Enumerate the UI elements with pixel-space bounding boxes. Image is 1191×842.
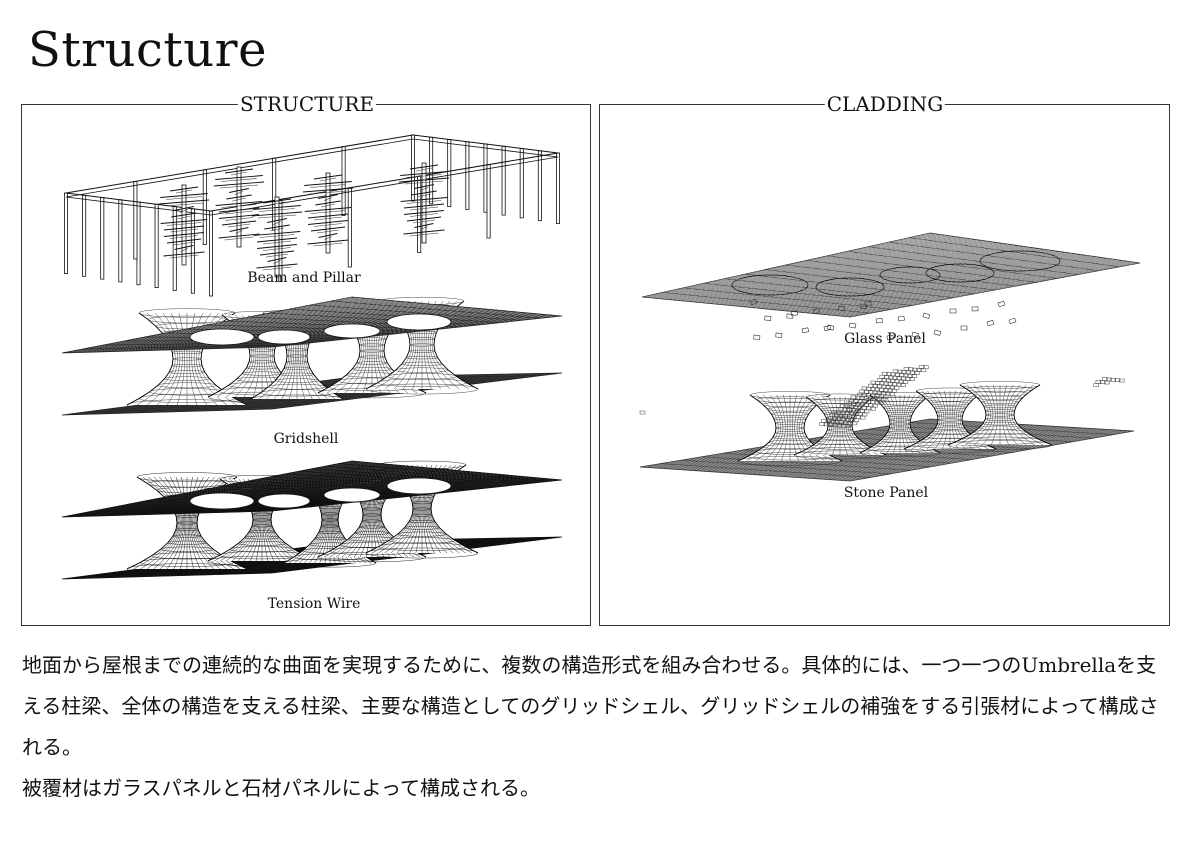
structure-panel: STRUCTURE Beam and Pillar Gridshell Tens… [21, 93, 591, 626]
stone-panel-drawing [639, 365, 1135, 482]
glass-panel-drawing [641, 232, 1141, 341]
caption-tension-wire: Tension Wire [267, 596, 361, 612]
caption-glass-panel: Glass Panel [844, 331, 926, 347]
cladding-panel: CLADDING Glass Panel Stone Panel [599, 93, 1170, 626]
gridshell-drawing [61, 296, 563, 416]
structure-drawings [61, 134, 563, 580]
caption-gridshell: Gridshell [273, 431, 339, 447]
description: 地面から屋根までの連続的な曲面を実現するために、複数の構造形式を組み合わせる。具… [22, 645, 1172, 809]
page-title: Structure [28, 22, 267, 78]
caption-beam-pillar: Beam and Pillar [247, 270, 361, 286]
caption-stone-panel: Stone Panel [843, 485, 929, 501]
description-paragraph-1: 地面から屋根までの連続的な曲面を実現するために、複数の構造形式を組み合わせる。具… [22, 653, 1159, 759]
tension-wire-drawing [61, 460, 563, 580]
cladding-drawings [639, 232, 1141, 482]
description-paragraph-2: 被覆材はガラスパネルと石材パネルによって構成される。 [22, 776, 540, 800]
